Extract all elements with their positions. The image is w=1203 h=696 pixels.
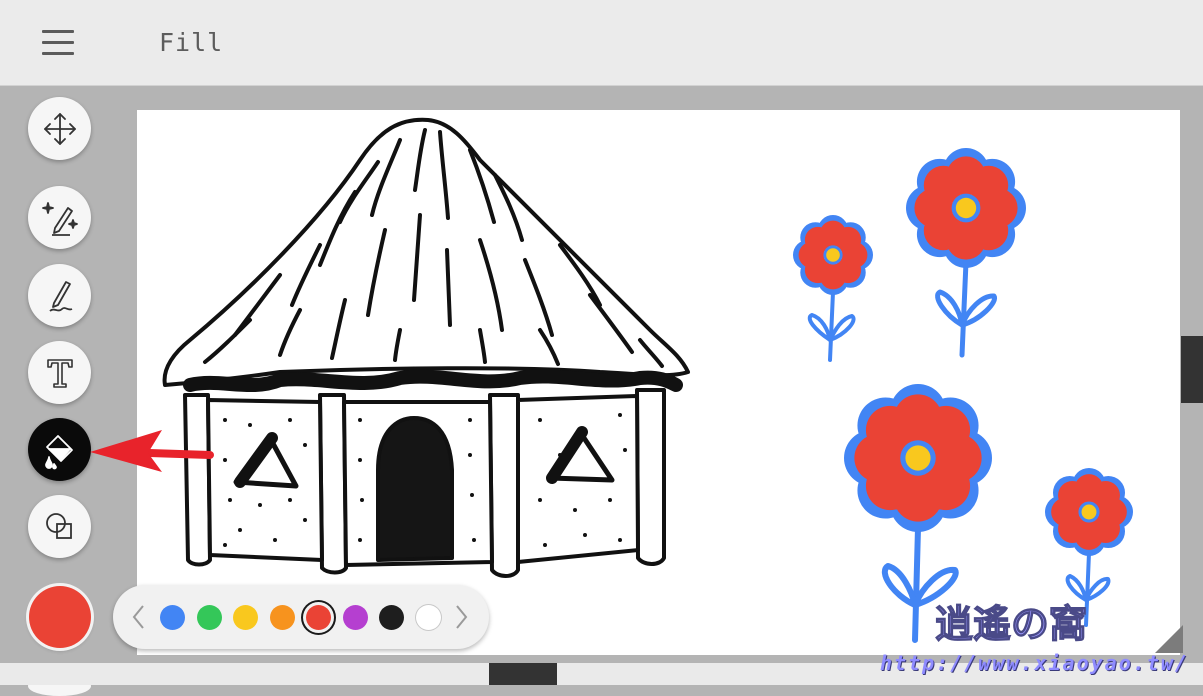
flower [906,147,1026,358]
flower [793,214,873,362]
flower-stem [959,259,969,358]
flower-center [955,197,977,219]
color-swatch[interactable] [415,605,441,630]
annotation-arrow-icon [90,430,214,472]
drawing-canvas[interactable] [137,110,1180,655]
color-swatch[interactable] [196,605,222,630]
shapes-tool-button[interactable] [28,495,91,558]
page-title: Fill [159,28,224,57]
color-swatch[interactable] [160,605,185,630]
flower-center [826,248,840,262]
sparkle-pen-icon [41,201,78,236]
pen-tool-button[interactable] [28,264,91,327]
color-swatch[interactable] [233,605,258,630]
flower-center [905,445,931,471]
paint-bucket-icon [44,434,73,469]
current-color-button[interactable] [29,586,91,648]
magic-pen-tool-button[interactable] [28,186,91,249]
move-tool-button[interactable] [28,97,91,160]
shapes-icon [45,512,72,539]
chevron-right-icon[interactable] [451,603,471,631]
color-swatch[interactable] [269,605,295,630]
chevron-left-icon[interactable] [129,603,149,631]
watermark-url: http://www.xiaoyao.tw/ [880,651,1189,675]
svg-text:逍遙の窩: 逍遙の窩 [935,602,1087,646]
watermark-logo: 逍遙の窩 [935,601,1088,646]
vertical-scroll-handle[interactable] [1181,336,1203,403]
canvas-drawing [162,117,1134,643]
hut-walls [183,388,666,578]
text-tool-button[interactable] [28,341,91,404]
hut-roof [162,117,690,393]
color-palette [113,585,489,649]
resize-corner-icon[interactable] [1155,625,1183,653]
flowers-group [793,147,1134,643]
text-T-icon [46,358,73,388]
fill-tool-button[interactable] [28,418,91,481]
flower-center [1081,504,1097,520]
color-swatch[interactable] [342,605,368,630]
color-swatch[interactable] [379,605,404,630]
flower-stem [828,290,835,362]
watermark: 逍遙の窩 http://www.xiaoyao.tw/ [880,595,1187,680]
hamburger-menu-icon[interactable] [42,30,74,56]
color-swatch[interactable] [306,605,331,630]
app-header: Fill [0,0,1203,86]
pen-icon [48,280,72,312]
move-arrows-icon [43,112,76,145]
horizontal-scroll-handle[interactable] [489,663,557,685]
